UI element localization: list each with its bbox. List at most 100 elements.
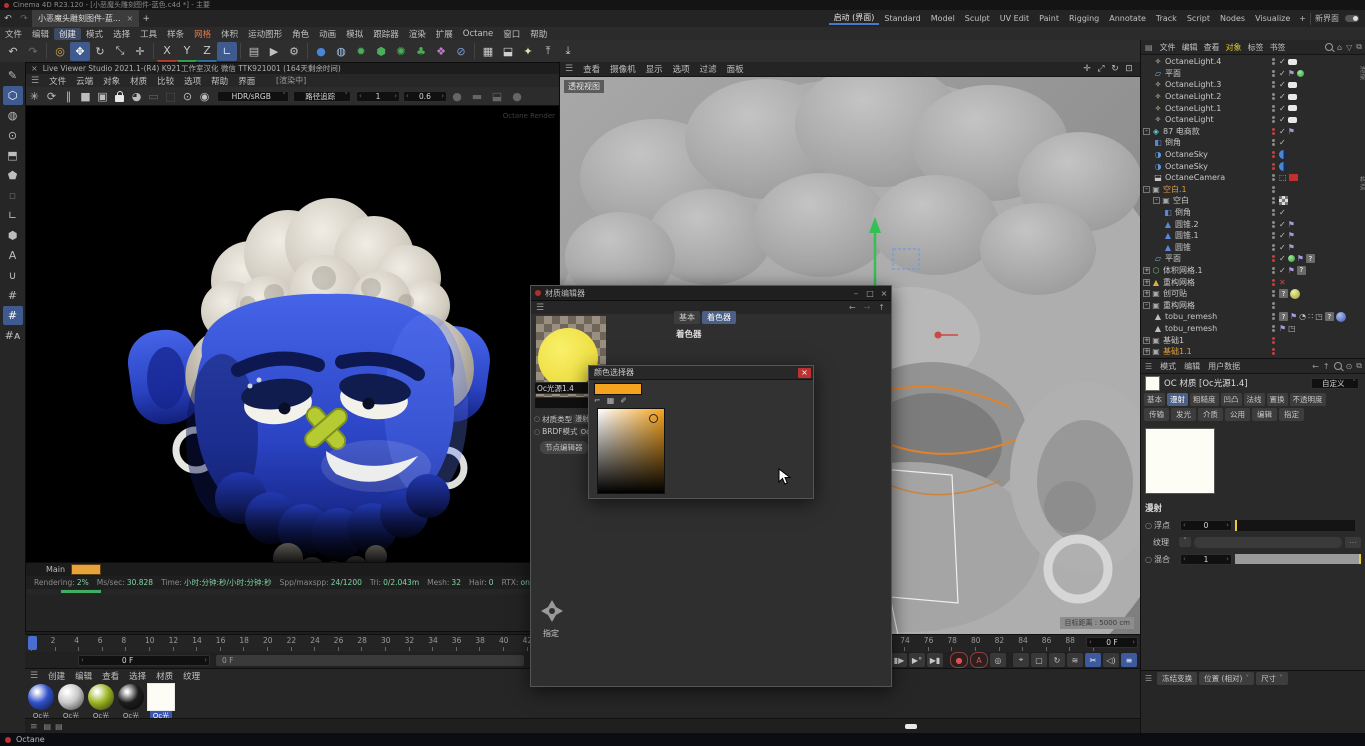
playhead[interactable] (28, 636, 37, 650)
workspace-tab-1[interactable]: Standard (879, 14, 925, 23)
back-icon[interactable]: ← (1312, 362, 1319, 371)
side-tab-structure[interactable]: 构造 (1357, 176, 1365, 191)
float-input-bar[interactable] (1235, 520, 1355, 531)
hamburger-icon[interactable]: ▤ (1145, 43, 1153, 52)
dotsq-tag[interactable]: ∷ (1308, 312, 1313, 321)
mix-field[interactable]: ‹1› (1180, 554, 1232, 565)
expand-icon[interactable]: + (1143, 348, 1150, 355)
maximize-icon[interactable]: □ (863, 289, 877, 298)
workspace-tab-3[interactable]: Sculpt (960, 14, 995, 23)
object-row-20[interactable]: +▣创可贴? (1141, 288, 1365, 300)
visibility-dots[interactable] (1269, 197, 1277, 204)
compact-mode-icon[interactable]: ⌐ (594, 396, 601, 405)
attr-tab-编辑[interactable]: 编辑 (1252, 408, 1277, 421)
vp-menu-3[interactable]: 选项 (668, 63, 695, 75)
lv-menu-5[interactable]: 选项 (179, 75, 206, 87)
path-icon[interactable]: ⧉ (1356, 42, 1362, 52)
expand-icon[interactable]: - (1143, 302, 1150, 309)
close-icon[interactable]: × (877, 289, 891, 298)
texture-field[interactable] (1194, 537, 1342, 548)
attr-menu-2[interactable]: 用户数据 (1204, 361, 1244, 372)
visibility-dots[interactable] (1269, 325, 1277, 332)
visibility-dots[interactable] (1269, 290, 1277, 297)
om-menu-5[interactable]: 书签 (1267, 42, 1289, 53)
octane-material-icon[interactable]: ◍ (331, 42, 351, 61)
attr-tab-指定[interactable]: 指定 (1279, 408, 1304, 421)
workspace-tab-5[interactable]: Paint (1034, 14, 1064, 23)
redo-history-icon[interactable]: ↷ (16, 9, 32, 28)
chk-tag[interactable]: ✓ (1279, 80, 1286, 89)
object-row-25[interactable]: +▣基础1.1 (1141, 346, 1365, 358)
selbox-tag[interactable]: ⬚ (1279, 173, 1287, 182)
menu-18[interactable]: 帮助 (525, 28, 552, 40)
hamburger-icon[interactable]: ☰ (1145, 362, 1152, 371)
mm-menu-1[interactable]: 编辑 (70, 670, 97, 682)
texture-mode-icon[interactable]: ◍ (3, 106, 23, 125)
camera-add-icon[interactable]: ⬓ (498, 42, 518, 61)
menu-9[interactable]: 运动图形 (243, 28, 287, 40)
mm-menu-2[interactable]: 查看 (97, 670, 124, 682)
object-row-9[interactable]: ◑OctaneSky (1141, 160, 1365, 172)
object-row-1[interactable]: ▱平面✓⚑ (1141, 68, 1365, 80)
object-row-23[interactable]: ▲tobu_remesh⚑◳ (1141, 323, 1365, 335)
chk-tag[interactable]: ✓ (1279, 104, 1286, 113)
material-preview[interactable] (1145, 428, 1215, 494)
render-area[interactable]: Octane Render (26, 106, 559, 562)
up-icon[interactable]: ↑ (1323, 362, 1330, 371)
last-tool-icon[interactable]: ✛ (130, 42, 150, 61)
menu-17[interactable]: 窗口 (498, 28, 525, 40)
flagp-tag[interactable]: ⚑ (1288, 243, 1295, 252)
menu-10[interactable]: 角色 (287, 28, 314, 40)
hamburger-icon[interactable]: ☰ (536, 303, 544, 313)
csym-tag[interactable]: ◔ (1299, 312, 1306, 321)
skyball-tag[interactable] (1279, 162, 1288, 171)
stop-icon[interactable]: ■ (77, 87, 94, 106)
region-render-icon[interactable]: ▣ (94, 87, 111, 106)
q-tag[interactable]: ? (1279, 312, 1288, 321)
om-menu-4[interactable]: 标签 (1245, 42, 1267, 53)
sketch-tool-icon[interactable]: ✎ (3, 66, 23, 85)
vp-menu-2[interactable]: 显示 (641, 63, 668, 75)
attr-tab-法线[interactable]: 法线 (1244, 393, 1265, 406)
lock-icon[interactable]: ⊙ (1346, 362, 1353, 371)
play-options-button[interactable]: ▶° (909, 653, 925, 667)
eyedropper-icon[interactable]: ✐ (620, 396, 627, 405)
attr-tab-介质[interactable]: 介质 (1198, 408, 1223, 421)
hamburger-icon[interactable]: ☰ (30, 671, 38, 681)
minimize-icon[interactable]: – (849, 289, 863, 298)
material-thumb[interactable] (1145, 376, 1160, 391)
snap-enabled-icon[interactable]: # (3, 306, 23, 325)
q-tag[interactable]: ? (1279, 289, 1288, 298)
vp-menu-0[interactable]: 查看 (578, 63, 605, 75)
octane-ball-icon[interactable]: ● (311, 42, 331, 61)
object-row-11[interactable]: -▣空白.1 (1141, 184, 1365, 196)
menu-11[interactable]: 动画 (314, 28, 341, 40)
object-row-14[interactable]: ▲圆锥.2✓⚑ (1141, 218, 1365, 230)
visibility-dots[interactable] (1269, 186, 1277, 193)
y-axis-lock[interactable]: Y (177, 41, 197, 62)
preview-range-bar[interactable]: 0 F (216, 655, 524, 666)
visibility-dots[interactable] (1269, 255, 1277, 262)
workspace-toggle[interactable] (1345, 15, 1359, 22)
refresh-icon[interactable]: ⟳ (43, 87, 60, 106)
visibility-dots[interactable] (1269, 348, 1277, 355)
wtag-tag[interactable] (1288, 59, 1297, 65)
light-add-icon[interactable]: ✦ (518, 42, 538, 61)
colorspace-select[interactable]: HDR/sRGB˅ (217, 91, 289, 102)
subsample-icon[interactable]: ▭ (145, 87, 162, 106)
visibility-dots[interactable] (1269, 105, 1277, 112)
expand-icon[interactable]: + (1143, 290, 1150, 297)
camera-capture-icon[interactable]: ⬓ (487, 87, 507, 106)
export-icon[interactable]: ⤒ (538, 42, 558, 61)
menu-1[interactable]: 编辑 (27, 28, 54, 40)
workspace-tab-2[interactable]: Model (926, 14, 960, 23)
object-row-10[interactable]: ⬓OctaneCamera⬚ (1141, 172, 1365, 184)
polygon-mode-icon[interactable]: ⬟ (3, 166, 23, 185)
goto-end-button[interactable]: ▶▮ (927, 653, 943, 667)
om-menu-2[interactable]: 查看 (1201, 42, 1223, 53)
aov-icon[interactable]: ▬ (467, 87, 487, 106)
q-tag[interactable]: ? (1306, 254, 1315, 263)
menu-5[interactable]: 工具 (135, 28, 162, 40)
material-name-field-2[interactable] (534, 397, 590, 409)
close-tab-icon[interactable]: × (127, 14, 134, 23)
